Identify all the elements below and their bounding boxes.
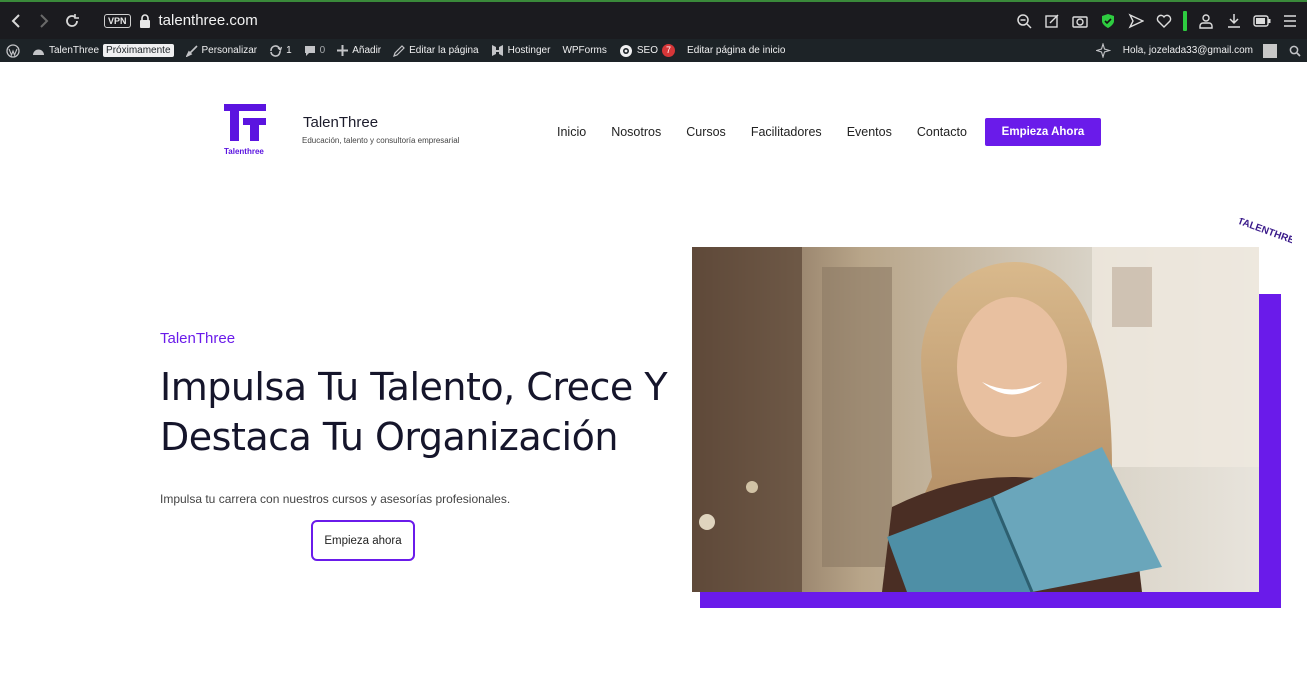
comments-link[interactable]: 0 bbox=[298, 39, 332, 62]
hero-subtitle: Impulsa tu carrera con nuestros cursos y… bbox=[160, 492, 511, 506]
hero-cta-button[interactable]: Empieza ahora bbox=[311, 520, 415, 561]
customize-link[interactable]: Personalizar bbox=[180, 39, 264, 62]
dashboard-icon bbox=[33, 49, 44, 55]
brush-icon bbox=[185, 44, 198, 57]
nav-contacto[interactable]: Contacto bbox=[917, 125, 967, 139]
send-icon[interactable] bbox=[1127, 12, 1145, 30]
admin-site-name: TalenThree bbox=[49, 45, 100, 56]
round-badge-text: TALENTHREE bbox=[1236, 218, 1292, 249]
browser-toolbar: VPN talenthree.com bbox=[0, 0, 1307, 39]
reload-icon[interactable] bbox=[60, 9, 84, 33]
header-cta-button[interactable]: Empieza Ahora bbox=[985, 118, 1101, 146]
site-tagline: Educación, talento y consultoría empresa… bbox=[302, 136, 460, 145]
seo-link[interactable]: SEO 7 bbox=[613, 39, 681, 62]
seo-label: SEO bbox=[636, 45, 659, 56]
plus-icon bbox=[337, 45, 349, 56]
edit-home-link[interactable]: Editar página de inicio bbox=[681, 39, 791, 62]
forward-icon[interactable] bbox=[32, 9, 56, 33]
sidebar-indicator bbox=[1183, 10, 1187, 31]
address-bar[interactable]: talenthree.com bbox=[159, 12, 258, 29]
admin-search-icon[interactable] bbox=[1283, 39, 1307, 62]
wpforms-link[interactable]: WPForms bbox=[556, 39, 612, 62]
add-new-link[interactable]: Añadir bbox=[331, 39, 387, 62]
hostinger-link[interactable]: Hostinger bbox=[485, 39, 557, 62]
nav-cursos[interactable]: Cursos bbox=[686, 125, 726, 139]
profile-icon[interactable] bbox=[1197, 12, 1215, 30]
edit-share-icon[interactable] bbox=[1043, 12, 1061, 30]
round-brand-badge: TALENTHREE bbox=[1222, 216, 1303, 288]
account-menu[interactable]: Hola, jozelada33@gmail.com bbox=[1117, 39, 1283, 62]
back-icon[interactable] bbox=[4, 9, 28, 33]
zoom-out-icon[interactable] bbox=[1015, 12, 1033, 30]
lock-icon bbox=[139, 13, 151, 28]
hero-photo bbox=[692, 247, 1259, 592]
ai-sparkle-icon[interactable] bbox=[1090, 39, 1117, 62]
admin-site-link[interactable]: TalenThree Próximamente bbox=[26, 39, 180, 62]
camera-icon[interactable] bbox=[1071, 12, 1089, 30]
pencil-icon bbox=[393, 44, 405, 57]
nav-nosotros[interactable]: Nosotros bbox=[611, 125, 661, 139]
seo-gear-icon bbox=[619, 44, 632, 57]
comment-icon bbox=[304, 45, 315, 56]
updates-link[interactable]: 1 bbox=[263, 39, 298, 62]
edit-page-label: Editar la página bbox=[409, 45, 479, 56]
add-new-label: Añadir bbox=[352, 45, 382, 56]
wordpress-icon[interactable] bbox=[0, 39, 26, 62]
status-badge: Próximamente bbox=[103, 44, 174, 57]
updates-icon bbox=[270, 44, 283, 57]
customize-label: Personalizar bbox=[201, 45, 258, 56]
main-navigation: Inicio Nosotros Cursos Facilitadores Eve… bbox=[557, 125, 992, 139]
shield-check-icon[interactable] bbox=[1099, 12, 1117, 30]
nav-eventos[interactable]: Eventos bbox=[847, 125, 892, 139]
wpforms-label: WPForms bbox=[562, 45, 607, 56]
nav-facilitadores[interactable]: Facilitadores bbox=[751, 125, 822, 139]
updates-count: 1 bbox=[286, 45, 292, 56]
comments-count: 0 bbox=[319, 45, 326, 56]
battery-icon[interactable] bbox=[1253, 12, 1271, 30]
hero-kicker: TalenThree bbox=[160, 330, 236, 347]
site-title[interactable]: TalenThree bbox=[303, 114, 378, 131]
menu-icon[interactable] bbox=[1281, 12, 1299, 30]
hostinger-icon bbox=[491, 45, 503, 56]
hero-title-line-1: Impulsa Tu Talento, Crece Y bbox=[160, 365, 668, 409]
edit-page-link[interactable]: Editar la página bbox=[387, 39, 485, 62]
avatar bbox=[1263, 43, 1277, 58]
download-icon[interactable] bbox=[1225, 12, 1243, 30]
wp-admin-bar: TalenThree Próximamente Personalizar 1 0… bbox=[0, 39, 1307, 62]
hero-title-line-2: Destaca Tu Organización bbox=[160, 415, 618, 459]
greeting-label: Hola, jozelada33@gmail.com bbox=[1122, 45, 1253, 56]
vpn-badge[interactable]: VPN bbox=[104, 13, 131, 28]
nav-inicio[interactable]: Inicio bbox=[557, 125, 586, 139]
heart-icon[interactable] bbox=[1155, 12, 1173, 30]
site-logo[interactable]: Talenthree bbox=[222, 102, 270, 158]
hero-title: Impulsa Tu Talento, Crece Y Destaca Tu O… bbox=[160, 362, 680, 462]
hostinger-label: Hostinger bbox=[507, 45, 551, 56]
edit-home-label: Editar página de inicio bbox=[687, 45, 786, 56]
seo-count-badge: 7 bbox=[662, 44, 676, 57]
logo-wordmark: Talenthree bbox=[224, 147, 264, 156]
